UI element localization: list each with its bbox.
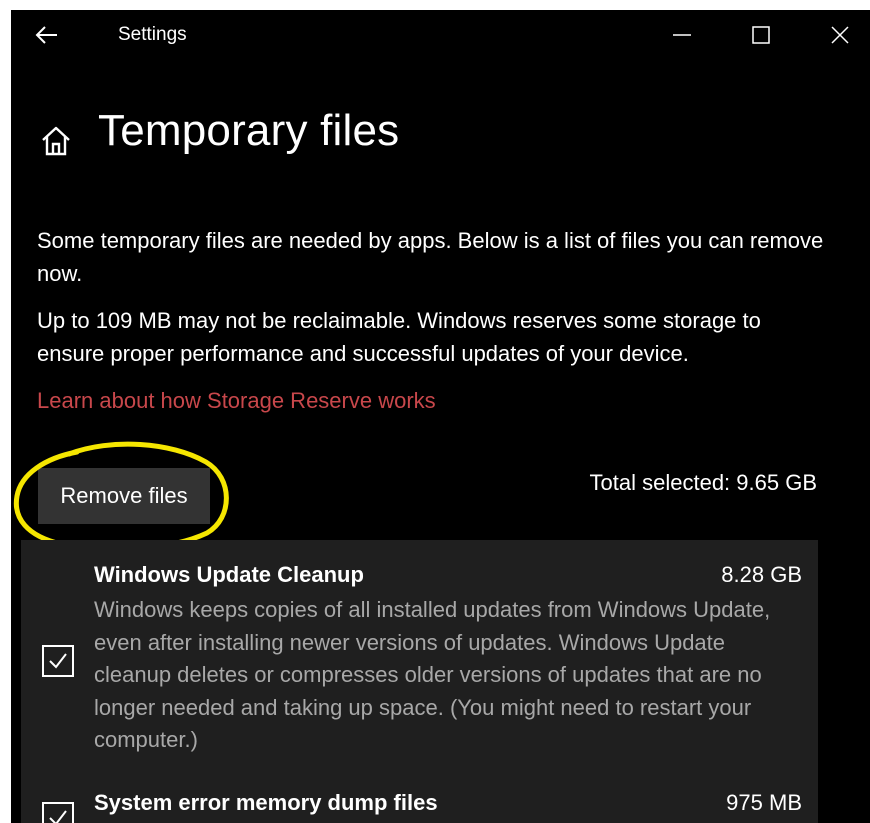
- minimize-button[interactable]: [662, 20, 702, 50]
- home-button[interactable]: [38, 123, 74, 159]
- checkbox-windows-update-cleanup[interactable]: [42, 645, 74, 677]
- item-size: 8.28 GB: [721, 562, 802, 587]
- remove-files-button[interactable]: Remove files: [38, 468, 210, 524]
- home-icon: [42, 126, 70, 156]
- title-bar: Settings: [11, 10, 870, 60]
- app-title: Settings: [118, 24, 187, 45]
- maximize-button[interactable]: [741, 20, 781, 50]
- checkmark-icon: [49, 810, 67, 823]
- back-arrow-icon: [35, 26, 57, 44]
- total-selected: Total selected: 9.65 GB: [589, 470, 817, 495]
- settings-window: Settings Temporary files Some temporary …: [11, 10, 870, 823]
- item-size: 975 MB: [726, 790, 802, 815]
- page-title: Temporary files: [98, 106, 400, 155]
- checkbox-system-error-memory-dump[interactable]: [42, 802, 74, 823]
- item-name: System error memory dump files: [94, 790, 438, 815]
- file-list: Windows Update Cleanup 8.28 GB Windows k…: [21, 540, 818, 823]
- storage-reserve-link[interactable]: Learn about how Storage Reserve works: [37, 384, 436, 417]
- item-name: Windows Update Cleanup: [94, 562, 364, 587]
- minimize-icon: [673, 34, 691, 36]
- back-button[interactable]: [31, 22, 61, 48]
- close-button[interactable]: [820, 20, 860, 50]
- item-description: Windows keeps copies of all installed up…: [94, 597, 771, 752]
- storage-reserve-note: Up to 109 MB may not be reclaimable. Win…: [37, 308, 761, 366]
- description-text: Some temporary files are needed by apps.…: [37, 228, 824, 286]
- maximize-icon: [752, 26, 770, 44]
- checkmark-icon: [49, 653, 67, 669]
- close-icon: [831, 26, 849, 44]
